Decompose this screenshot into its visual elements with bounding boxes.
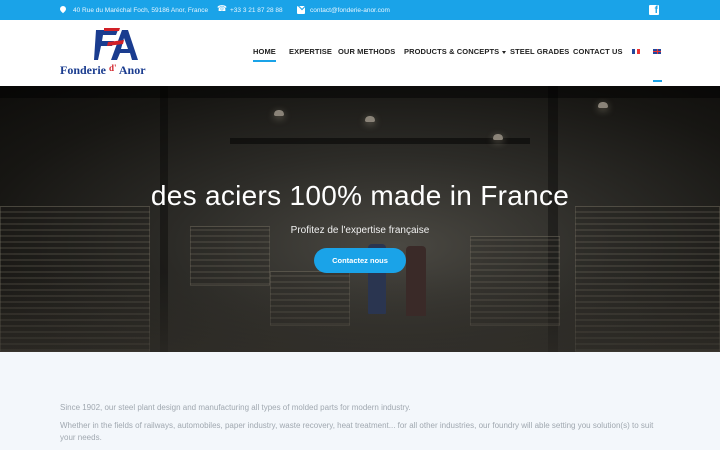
- phone-item[interactable]: +33 3 21 87 28 88: [217, 0, 283, 20]
- logo-name: Fonderie: [60, 63, 106, 77]
- site-header: Fonderie d' Anor HOME EXPERTISE OUR METH…: [0, 20, 720, 86]
- hero-subtitle: Profitez de l'expertise française: [290, 225, 430, 236]
- intro-paragraph-1: Since 1902, our steel plant design and m…: [60, 403, 411, 412]
- map-pin-icon: [60, 6, 68, 14]
- nav-steel-grades[interactable]: STEEL GRADES: [510, 47, 569, 56]
- site-logo[interactable]: Fonderie d' Anor: [60, 28, 176, 80]
- ceiling-lamp: [598, 102, 608, 108]
- fa-logo-mark-icon: [94, 28, 138, 60]
- french-flag-icon[interactable]: [632, 49, 641, 54]
- contact-button[interactable]: Contactez nous: [314, 248, 406, 273]
- logo-name-end: Anor: [118, 63, 146, 77]
- nav-our-methods[interactable]: OUR METHODS: [338, 47, 395, 56]
- logo-wordmark: Fonderie d' Anor: [60, 63, 146, 78]
- crane-beam: [230, 138, 530, 144]
- intro-paragraph-2: Whether in the fields of railways, autom…: [60, 421, 654, 442]
- nav-expertise[interactable]: EXPERTISE: [289, 47, 332, 56]
- top-info-bar: 40 Rue du Maréchal Foch, 59186 Anor, Fra…: [0, 0, 720, 20]
- caret-down-icon: [502, 50, 507, 54]
- workshop-floor: [0, 272, 720, 352]
- address-item: 40 Rue du Maréchal Foch, 59186 Anor, Fra…: [60, 0, 208, 20]
- phone-text[interactable]: +33 3 21 87 28 88: [230, 7, 283, 14]
- ceiling-lamp: [493, 134, 503, 140]
- facebook-icon[interactable]: f: [649, 5, 659, 16]
- address-text: 40 Rue du Maréchal Foch, 59186 Anor, Fra…: [73, 6, 209, 14]
- email-item[interactable]: contact@fonderie-anor.com: [297, 0, 390, 20]
- nav-products-concepts[interactable]: PRODUCTS & CONCEPTS: [404, 47, 507, 56]
- language-active-indicator: [653, 80, 662, 82]
- nav-home[interactable]: HOME: [253, 47, 276, 62]
- intro-section: Since 1902, our steel plant design and m…: [0, 352, 720, 450]
- hero-banner: des aciers 100% made in France Profitez …: [0, 86, 720, 352]
- ceiling-beam: [0, 86, 720, 98]
- ceiling-lamp: [274, 110, 284, 116]
- nav-products-concepts-label: PRODUCTS & CONCEPTS: [404, 47, 500, 56]
- logo-name-suffix: d': [109, 63, 117, 73]
- english-flag-icon[interactable]: [653, 49, 661, 54]
- envelope-icon: [297, 6, 305, 14]
- ceiling-lamp: [365, 116, 375, 122]
- nav-contact-us[interactable]: CONTACT US: [573, 47, 623, 56]
- worker-figure: [406, 246, 426, 316]
- email-text[interactable]: contact@fonderie-anor.com: [310, 7, 390, 14]
- phone-icon: [217, 4, 227, 14]
- hero-title: des aciers 100% made in France: [150, 180, 570, 211]
